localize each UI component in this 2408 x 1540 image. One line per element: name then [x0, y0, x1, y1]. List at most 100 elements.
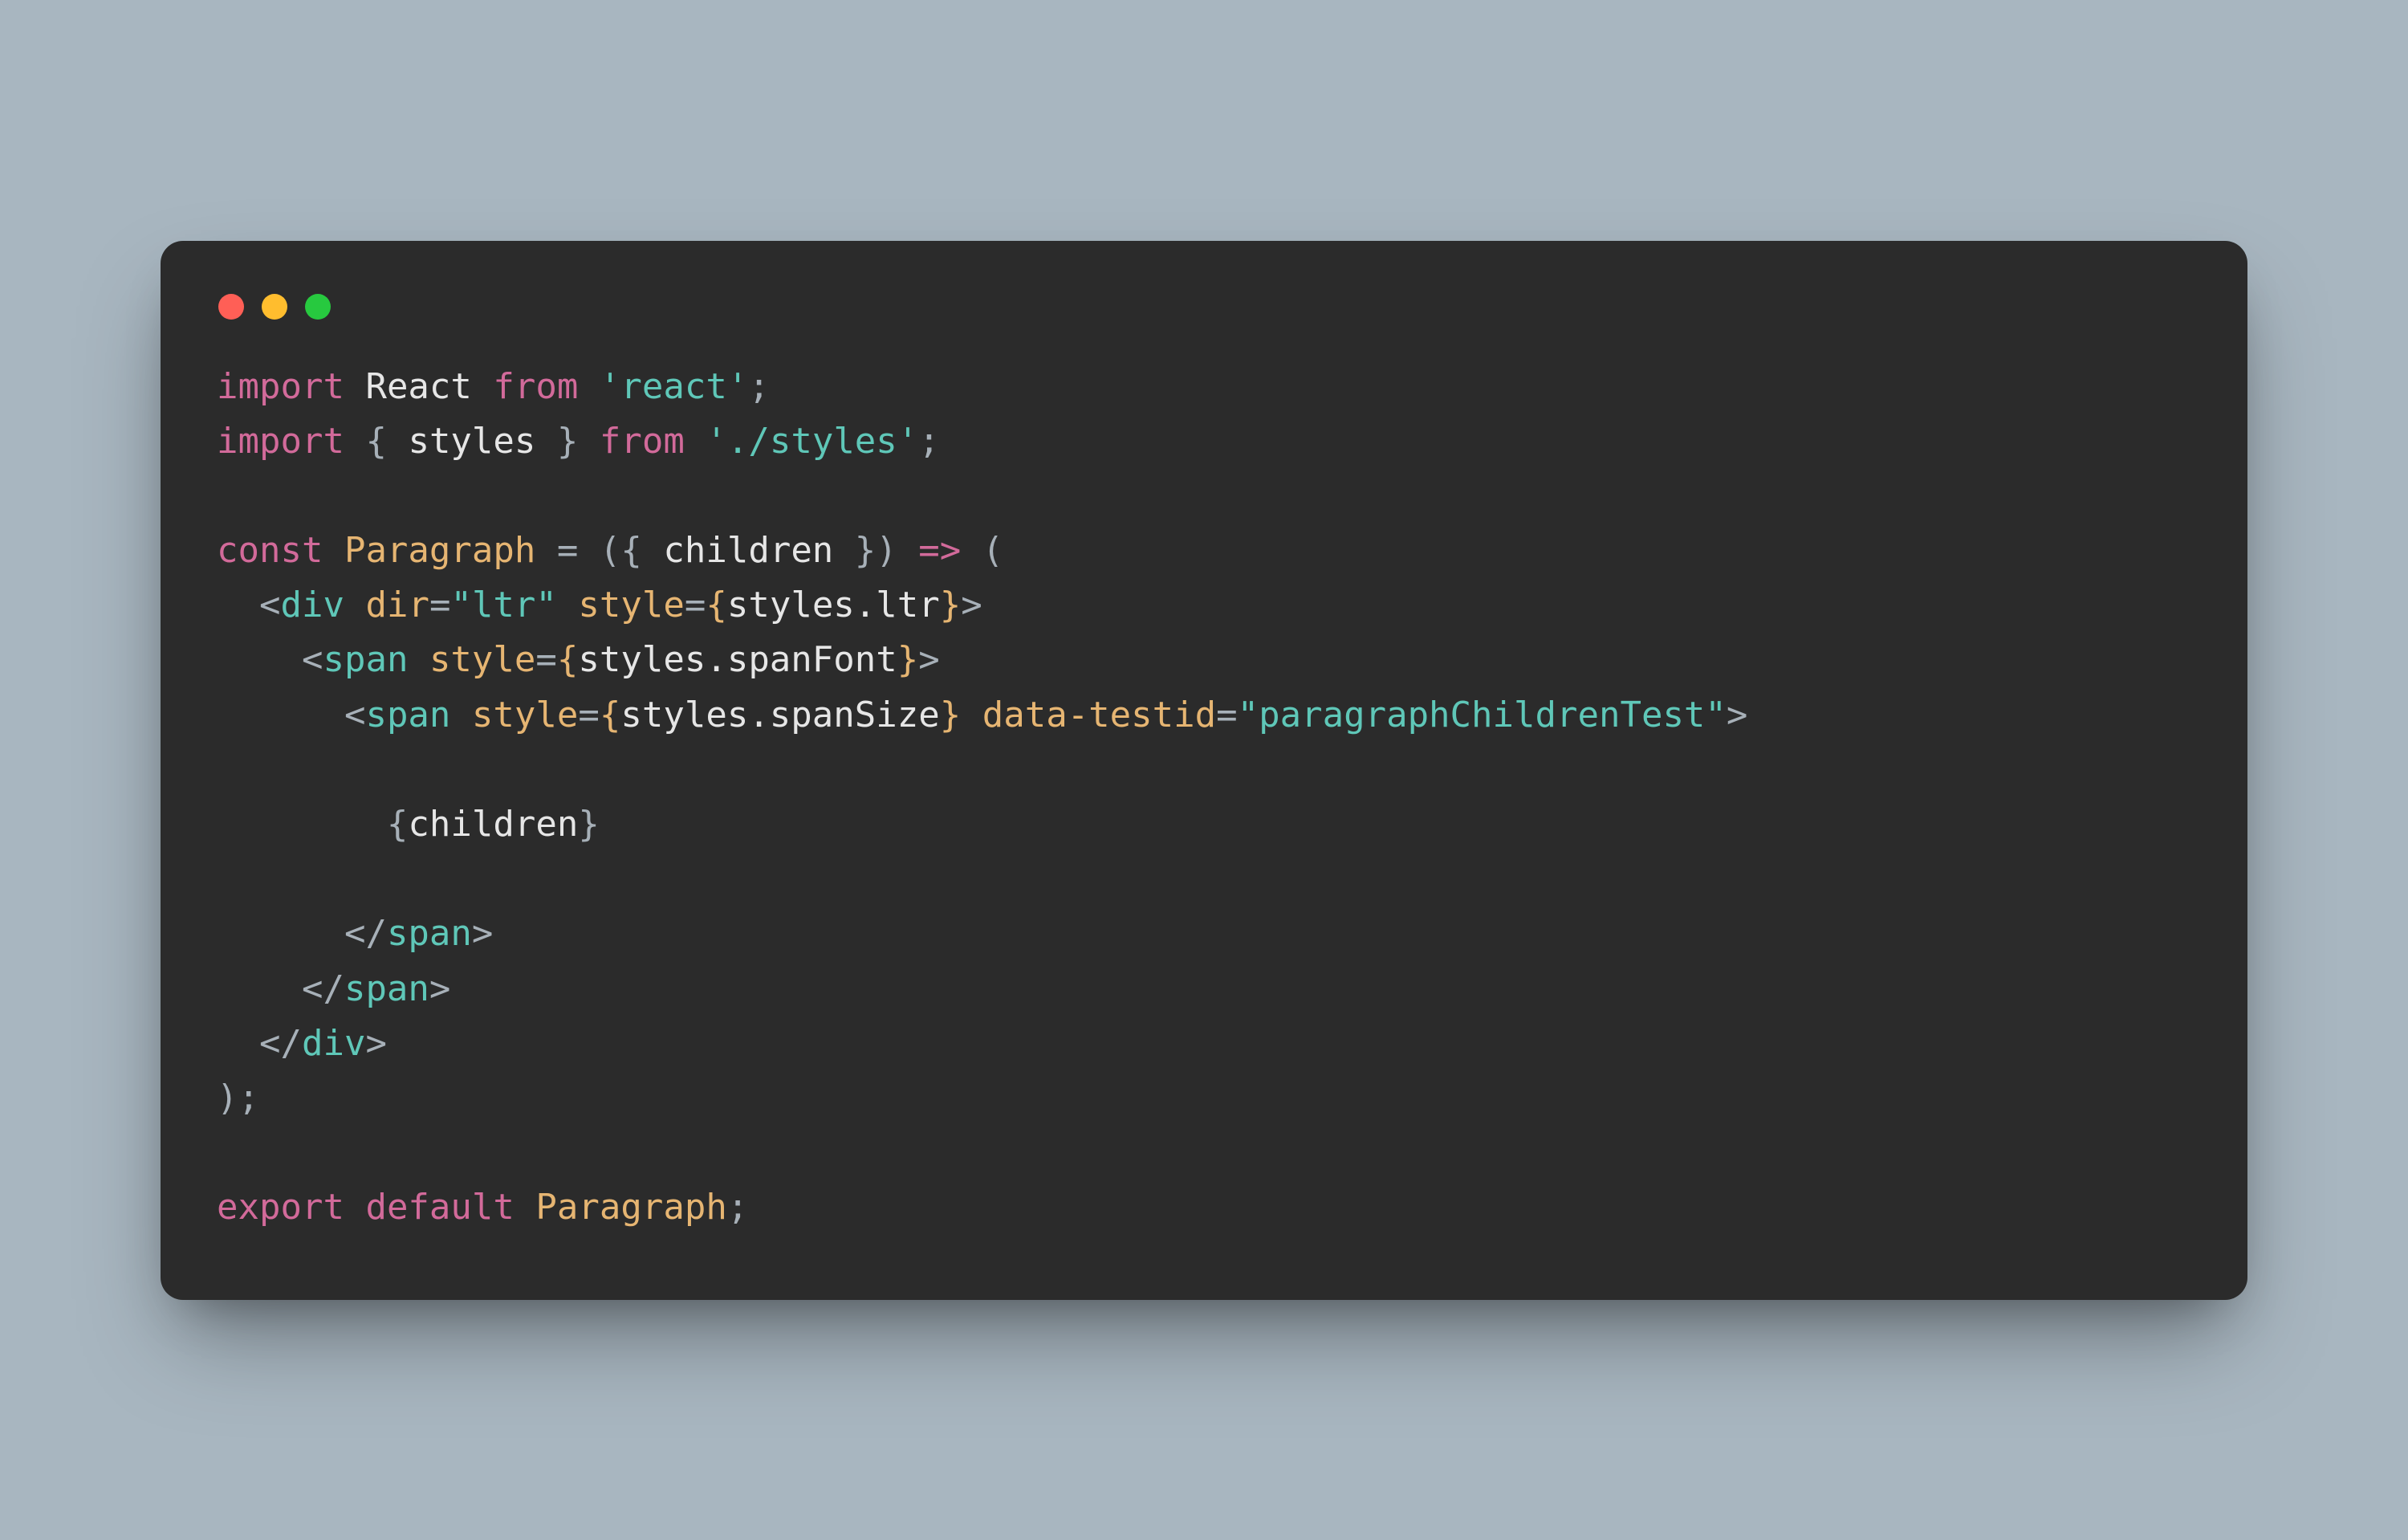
string-literal: 'react'	[600, 366, 748, 407]
brace: {	[620, 530, 642, 571]
identifier: React	[365, 366, 471, 407]
keyword-from: from	[493, 366, 578, 407]
indent	[217, 585, 259, 625]
canvas: import React from 'react'; import { styl…	[0, 0, 2408, 1540]
window-titlebar	[217, 289, 2191, 360]
keyword-export: export	[217, 1187, 344, 1228]
string-literal: "paragraphChildrenTest"	[1238, 695, 1727, 735]
keyword-import: import	[217, 366, 344, 407]
code-line-14: );	[217, 1078, 259, 1118]
keyword-from: from	[600, 421, 685, 462]
angle-bracket: <	[302, 639, 323, 680]
keyword-import: import	[217, 421, 344, 462]
string-literal: "ltr"	[450, 585, 556, 625]
equals: =	[429, 585, 451, 625]
indent	[217, 639, 302, 680]
angle-bracket: <	[259, 585, 281, 625]
space	[557, 585, 579, 625]
brace: {	[600, 695, 621, 735]
string-literal: './styles'	[706, 421, 918, 462]
jsx-attr: data-testid	[982, 695, 1216, 735]
jsx-tag: span	[387, 913, 472, 954]
identifier: children	[663, 530, 833, 571]
code-block: import React from 'react'; import { styl…	[217, 360, 2191, 1236]
brace: {	[706, 585, 727, 625]
equals: =	[685, 585, 706, 625]
code-line-9: {children}	[217, 804, 600, 845]
indent	[217, 968, 302, 1009]
function-name: Paragraph	[344, 530, 535, 571]
keyword-const: const	[217, 530, 323, 571]
jsx-tag: div	[302, 1023, 365, 1064]
zoom-icon[interactable]	[305, 294, 331, 320]
indent	[217, 804, 387, 845]
equals: =	[578, 695, 600, 735]
code-line-16: export default Paragraph;	[217, 1187, 748, 1228]
angle-bracket: >	[918, 639, 940, 680]
keyword-default: default	[365, 1187, 514, 1228]
angle-bracket: </	[259, 1023, 302, 1064]
close-icon[interactable]	[218, 294, 244, 320]
brace: {	[387, 804, 409, 845]
equals: =	[557, 530, 579, 571]
paren: (	[982, 530, 1004, 571]
function-name: Paragraph	[535, 1187, 726, 1228]
code-line-13: </div>	[217, 1023, 387, 1064]
expression: styles.spanSize	[620, 695, 939, 735]
code-line-5: <div dir="ltr" style={styles.ltr}>	[217, 585, 982, 625]
paren: )	[217, 1078, 238, 1118]
brace: }	[578, 804, 600, 845]
jsx-tag: span	[323, 639, 408, 680]
brace: }	[855, 530, 877, 571]
equals: =	[1216, 695, 1238, 735]
minimize-icon[interactable]	[262, 294, 287, 320]
space	[408, 639, 429, 680]
angle-bracket: >	[472, 913, 494, 954]
expression: styles.ltr	[727, 585, 940, 625]
indent	[217, 695, 344, 735]
paren: (	[600, 530, 621, 571]
semicolon: ;	[918, 421, 940, 462]
angle-bracket: >	[429, 968, 451, 1009]
jsx-tag: span	[365, 695, 450, 735]
editor-window: import React from 'react'; import { styl…	[161, 241, 2247, 1300]
code-line-7: <span style={styles.spanSize} data-testi…	[217, 695, 1747, 735]
paren: )	[876, 530, 897, 571]
brace: }	[897, 639, 919, 680]
angle-bracket: >	[1727, 695, 1748, 735]
jsx-attr: dir	[365, 585, 429, 625]
space	[961, 695, 982, 735]
indent	[217, 913, 344, 954]
identifier: styles	[408, 421, 535, 462]
angle-bracket: </	[344, 913, 387, 954]
brace: }	[940, 585, 962, 625]
brace: {	[365, 421, 387, 462]
expression: styles.spanFont	[578, 639, 897, 680]
code-line-6: <span style={styles.spanFont}>	[217, 639, 940, 680]
code-line-2: import { styles } from './styles';	[217, 421, 940, 462]
equals: =	[535, 639, 557, 680]
angle-bracket: <	[344, 695, 366, 735]
brace: }	[557, 421, 579, 462]
angle-bracket: </	[302, 968, 344, 1009]
brace: }	[940, 695, 962, 735]
space	[450, 695, 472, 735]
indent	[217, 1023, 259, 1064]
semicolon: ;	[748, 366, 770, 407]
semicolon: ;	[727, 1187, 749, 1228]
arrow: =>	[918, 530, 961, 571]
jsx-attr: style	[429, 639, 535, 680]
space	[344, 585, 366, 625]
jsx-attr: style	[578, 585, 684, 625]
code-line-1: import React from 'react';	[217, 366, 770, 407]
code-line-12: </span>	[217, 968, 450, 1009]
jsx-attr: style	[472, 695, 578, 735]
code-line-11: </span>	[217, 913, 493, 954]
identifier: children	[408, 804, 578, 845]
code-line-4: const Paragraph = ({ children }) => (	[217, 530, 1003, 571]
brace: {	[557, 639, 579, 680]
semicolon: ;	[238, 1078, 260, 1118]
angle-bracket: >	[961, 585, 982, 625]
jsx-tag: span	[344, 968, 429, 1009]
angle-bracket: >	[365, 1023, 387, 1064]
